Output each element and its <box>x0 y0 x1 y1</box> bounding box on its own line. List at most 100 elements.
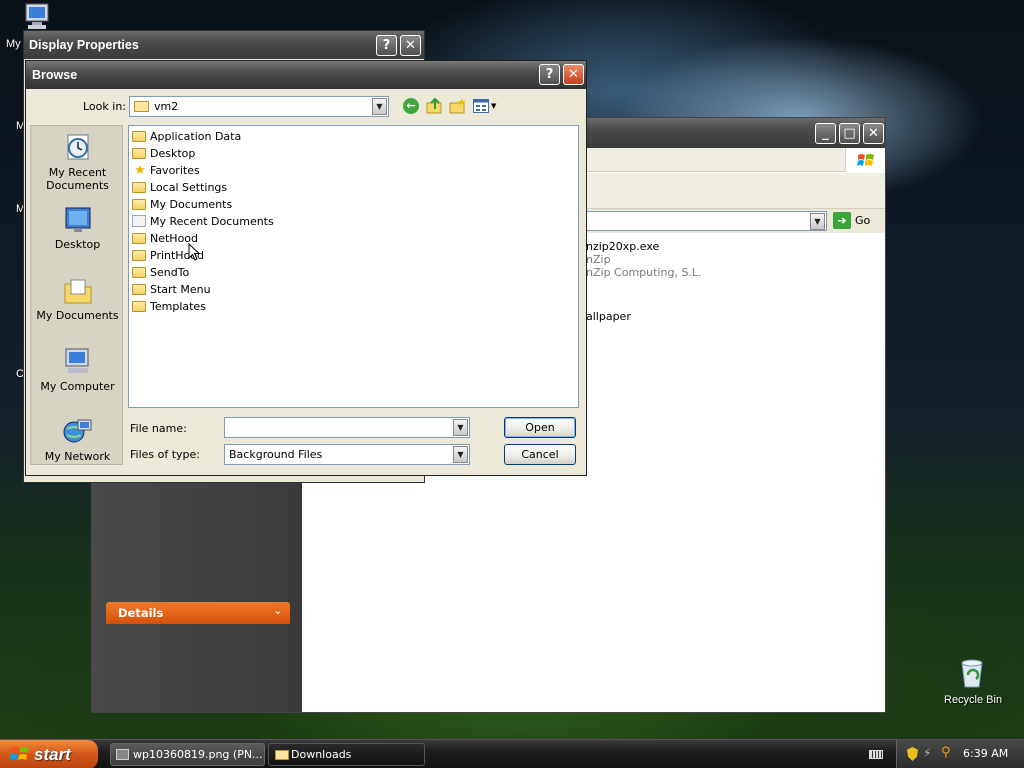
folder-name: SendTo <box>150 265 190 279</box>
look-in-value: vm2 <box>154 100 179 113</box>
file-name: allpaper <box>586 310 631 323</box>
windows-logo-icon <box>845 148 885 172</box>
taskbar: start wp10360819.png (PN... Downloads ⚡ … <box>0 739 1024 768</box>
files-of-type-dropdown-arrow[interactable]: ▼ <box>453 446 468 463</box>
start-button[interactable]: start <box>0 740 98 768</box>
folder-list-item[interactable]: Templates <box>132 298 206 314</box>
go-arrow-icon: ➜ <box>833 212 851 229</box>
view-menu-button[interactable]: ▼ <box>473 98 497 114</box>
up-folder-button[interactable] <box>426 97 444 115</box>
place-label: My Computer <box>40 380 115 393</box>
search-icon[interactable]: ⚲ <box>941 745 951 760</box>
file-description: nZip <box>586 253 611 266</box>
folder-list[interactable]: Application Data Desktop ★ Favorites Local S… <box>128 125 579 408</box>
folder-list-item[interactable]: Desktop <box>132 145 195 161</box>
my-documents-icon <box>64 279 91 304</box>
folder-list-item[interactable]: ★ Favorites <box>132 162 200 178</box>
place-desktop[interactable]: Desktop <box>31 204 124 251</box>
network-icon[interactable]: ⚡ <box>923 746 931 760</box>
display-properties-titlebar[interactable]: Display Properties ? ✕ <box>24 31 424 59</box>
place-my-documents[interactable]: My Documents <box>31 275 124 322</box>
recent-folder-icon <box>132 215 146 227</box>
file-name-combo[interactable]: ▼ <box>224 417 470 438</box>
place-my-network[interactable]: My Network <box>31 416 124 463</box>
view-menu-icon <box>473 99 489 113</box>
folder-icon <box>132 147 146 159</box>
open-button[interactable]: Open <box>504 417 576 438</box>
address-combo[interactable]: ▼ <box>582 211 827 231</box>
file-name: nzip20xp.exe <box>586 240 660 253</box>
look-in-label: Look in: <box>83 100 126 113</box>
security-shield-icon[interactable] <box>907 747 918 761</box>
file-name-dropdown-arrow[interactable]: ▼ <box>453 419 468 436</box>
folder-icon <box>132 232 146 244</box>
close-button[interactable]: ✕ <box>563 64 584 85</box>
back-arrow-icon: ← <box>406 99 416 112</box>
taskbar-item-label: wp10360819.png (PN... <box>133 748 263 761</box>
address-dropdown-arrow[interactable]: ▼ <box>810 213 825 230</box>
folder-list-item[interactable]: Start Menu <box>132 281 211 297</box>
folder-icon <box>132 181 146 193</box>
back-button[interactable]: ← <box>403 98 419 114</box>
close-button[interactable]: ✕ <box>400 35 421 56</box>
files-of-type-label: Files of type: <box>130 448 201 461</box>
desktop-icon <box>65 207 90 232</box>
recycle-bin-icon <box>961 659 983 688</box>
keyboard-icon[interactable] <box>869 750 883 759</box>
details-label: Details <box>118 606 164 620</box>
recent-documents-icon <box>67 134 88 160</box>
folder-icon <box>132 198 146 210</box>
files-of-type-value: Background Files <box>229 448 323 461</box>
image-file-icon <box>116 749 129 760</box>
maximize-button[interactable]: □ <box>839 123 860 144</box>
cancel-button[interactable]: Cancel <box>504 444 576 465</box>
place-label: My Recent Documents <box>46 166 109 192</box>
place-label: Desktop <box>54 238 101 251</box>
close-button[interactable]: ✕ <box>863 123 884 144</box>
files-of-type-combo[interactable]: Background Files ▼ <box>224 444 470 465</box>
look-in-combo[interactable]: vm2 ▼ <box>129 96 389 117</box>
window-title: Display Properties <box>29 38 139 52</box>
folder-list-item[interactable]: My Documents <box>132 196 232 212</box>
details-panel-header[interactable]: Details ⌄ <box>106 602 290 624</box>
file-item[interactable]: nzip20xp.exe nZip nZip Computing, S.L. <box>586 240 702 279</box>
folder-icon <box>132 266 146 278</box>
file-item[interactable]: allpaper <box>586 310 631 323</box>
place-my-computer[interactable]: My Computer <box>31 346 124 393</box>
look-in-dropdown-arrow[interactable]: ▼ <box>372 98 387 115</box>
help-button[interactable]: ? <box>376 35 397 56</box>
minimize-button[interactable]: _ <box>815 123 836 144</box>
mouse-cursor-icon <box>188 243 200 261</box>
start-label: start <box>34 744 71 764</box>
system-tray: ⚡ ⚲ 6:39 AM <box>896 740 1024 768</box>
folder-icon <box>132 130 146 142</box>
my-computer-icon <box>25 3 49 29</box>
folder-list-item[interactable]: Application Data <box>132 128 241 144</box>
chevron-down-icon: ▼ <box>491 102 497 110</box>
folder-icon <box>132 300 146 312</box>
folder-name: Application Data <box>150 129 242 143</box>
clock: 6:39 AM <box>963 747 1009 760</box>
desktop-icon-recycle-bin[interactable] <box>955 655 993 691</box>
file-name-label: File name: <box>130 422 187 435</box>
help-button[interactable]: ? <box>539 64 560 85</box>
file-company: nZip Computing, S.L. <box>586 266 702 279</box>
place-recent-documents[interactable]: My Recent Documents <box>31 132 124 192</box>
browse-dialog[interactable]: Browse ? ✕ Look in: vm2 ▼ ← ▼ My Recent … <box>25 60 587 476</box>
new-folder-button[interactable] <box>449 97 467 115</box>
go-button[interactable]: ➜ Go <box>833 212 870 229</box>
folder-list-item[interactable]: SendTo <box>132 264 189 280</box>
up-folder-icon <box>426 97 442 114</box>
my-network-icon <box>63 419 91 443</box>
desktop-label-recycle-bin: Recycle Bin <box>944 694 1003 706</box>
folder-list-item[interactable]: My Recent Documents <box>132 213 274 229</box>
places-bar: My Recent Documents Desktop My Documents… <box>30 125 123 465</box>
folder-name: My Documents <box>150 197 233 211</box>
folder-name: My Recent Documents <box>150 214 274 228</box>
browse-titlebar[interactable]: Browse ? ✕ <box>26 61 586 89</box>
taskbar-item-downloads[interactable]: Downloads <box>268 743 425 766</box>
folder-list-item[interactable]: Local Settings <box>132 179 227 195</box>
taskbar-item-image[interactable]: wp10360819.png (PN... <box>110 743 265 766</box>
chevron-down-icon: ⌄ <box>273 606 282 617</box>
dialog-title: Browse <box>32 68 78 82</box>
